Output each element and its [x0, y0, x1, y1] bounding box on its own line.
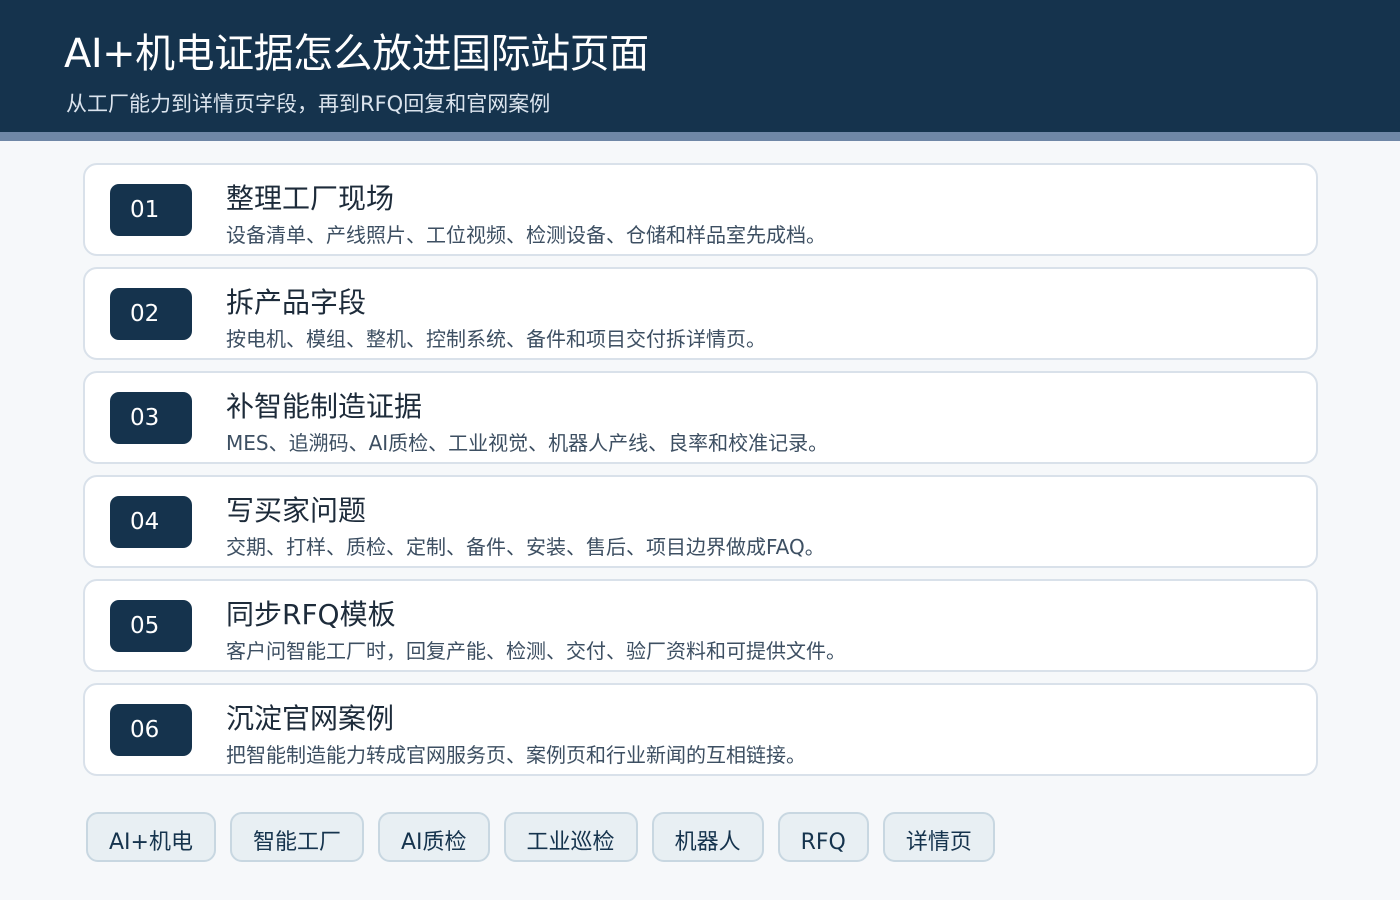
step-description: 按电机、模组、整机、控制系统、备件和项目交付拆详情页。 [226, 327, 766, 351]
step-title: 写买家问题 [226, 494, 367, 527]
step-number-badge: 02 [110, 288, 192, 340]
step-number-badge: 03 [110, 392, 192, 444]
step-card-02: 02 拆产品字段 按电机、模组、整机、控制系统、备件和项目交付拆详情页。 [83, 267, 1318, 360]
step-title: 补智能制造证据 [226, 390, 423, 423]
step-number-badge: 05 [110, 600, 192, 652]
step-number-badge: 06 [110, 704, 192, 756]
step-card-05: 05 同步RFQ模板 客户问智能工厂时，回复产能、检测、交付、验厂资料和可提供文… [83, 579, 1318, 672]
step-description: MES、追溯码、AI质检、工业视觉、机器人产线、良率和校准记录。 [226, 431, 829, 455]
tag-smart-factory[interactable]: 智能工厂 [229, 812, 364, 862]
tag-ai-electromechanical[interactable]: AI+机电 [86, 812, 216, 862]
step-description: 设备清单、产线照片、工位视频、检测设备、仓储和样品室先成档。 [226, 223, 826, 247]
step-list: 01 整理工厂现场 设备清单、产线照片、工位视频、检测设备、仓储和样品室先成档。… [83, 163, 1318, 787]
step-card-04: 04 写买家问题 交期、打样、质检、定制、备件、安装、售后、项目边界做成FAQ。 [83, 475, 1318, 568]
step-description: 交期、打样、质检、定制、备件、安装、售后、项目边界做成FAQ。 [226, 535, 825, 559]
step-title: 拆产品字段 [226, 286, 367, 319]
step-title: 同步RFQ模板 [226, 598, 396, 631]
step-description: 客户问智能工厂时，回复产能、检测、交付、验厂资料和可提供文件。 [226, 639, 846, 663]
tag-industrial-inspection[interactable]: 工业巡检 [503, 812, 638, 862]
header-divider [0, 132, 1400, 141]
tag-robot[interactable]: 机器人 [651, 812, 764, 862]
step-number-badge: 01 [110, 184, 192, 236]
step-number-badge: 04 [110, 496, 192, 548]
tag-rfq[interactable]: RFQ [777, 812, 869, 862]
page-subtitle: 从工厂能力到详情页字段，再到RFQ回复和官网案例 [66, 92, 551, 116]
page-title: AI+机电证据怎么放进国际站页面 [64, 31, 649, 77]
tag-ai-quality-inspection[interactable]: AI质检 [378, 812, 490, 862]
step-card-06: 06 沉淀官网案例 把智能制造能力转成官网服务页、案例页和行业新闻的互相链接。 [83, 683, 1318, 776]
step-card-01: 01 整理工厂现场 设备清单、产线照片、工位视频、检测设备、仓储和样品室先成档。 [83, 163, 1318, 256]
step-title: 沉淀官网案例 [226, 702, 395, 735]
step-card-03: 03 补智能制造证据 MES、追溯码、AI质检、工业视觉、机器人产线、良率和校准… [83, 371, 1318, 464]
step-title: 整理工厂现场 [226, 182, 395, 215]
page-header: AI+机电证据怎么放进国际站页面 从工厂能力到详情页字段，再到RFQ回复和官网案… [0, 0, 1400, 132]
tag-list: AI+机电 智能工厂 AI质检 工业巡检 机器人 RFQ 详情页 [86, 812, 995, 862]
step-description: 把智能制造能力转成官网服务页、案例页和行业新闻的互相链接。 [226, 743, 806, 767]
tag-detail-page[interactable]: 详情页 [882, 812, 995, 862]
